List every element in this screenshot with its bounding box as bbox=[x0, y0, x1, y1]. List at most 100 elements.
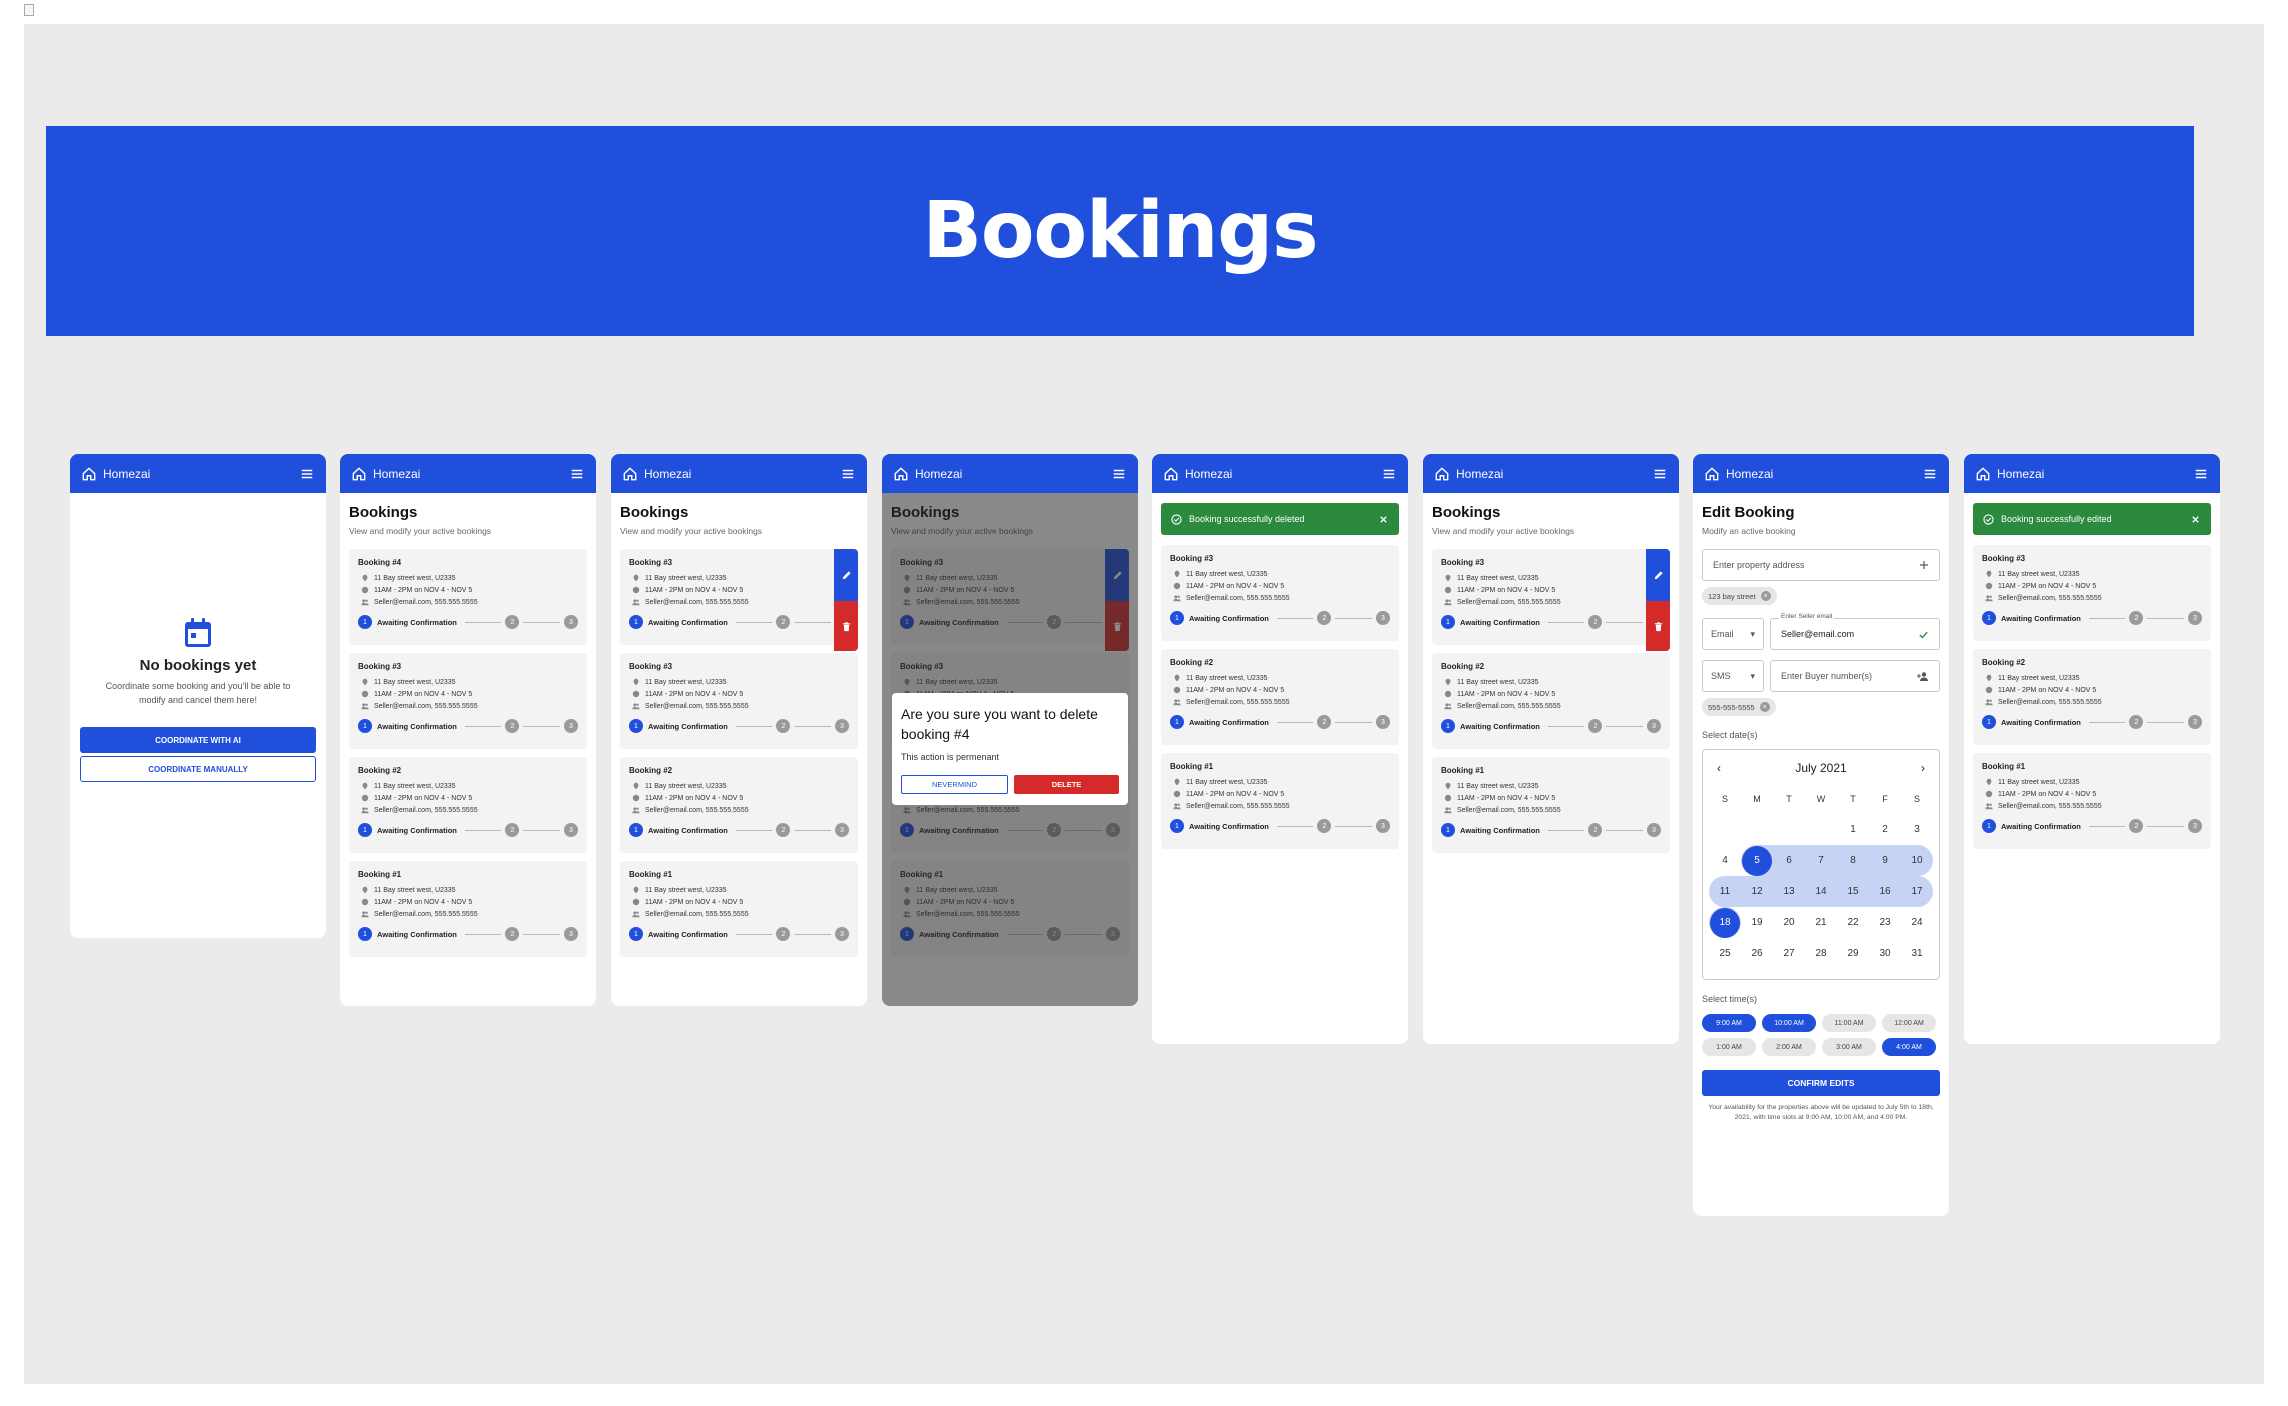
prev-month-icon[interactable]: ‹ bbox=[1717, 761, 1721, 775]
booking-card[interactable]: Booking #1 11 Bay street west, U2335 11AM … bbox=[1973, 753, 2211, 849]
calendar-day[interactable]: 24 bbox=[1901, 907, 1933, 938]
calendar-day[interactable]: 6 bbox=[1773, 845, 1805, 876]
calendar-day[interactable]: 29 bbox=[1837, 938, 1869, 969]
booking-name: Booking #2 bbox=[358, 766, 402, 775]
booking-card[interactable]: Booking #4 11 Bay street west, U2335 11AM … bbox=[349, 549, 587, 645]
confirm-delete-button[interactable]: DELETE bbox=[1014, 775, 1119, 794]
step-1: 1 bbox=[629, 719, 643, 733]
calendar-day[interactable]: 12 bbox=[1741, 876, 1773, 907]
nevermind-button[interactable]: NEVERMIND bbox=[901, 775, 1008, 794]
address-text: 11 Bay street west, U2335 bbox=[645, 782, 727, 790]
hamburger-menu-icon[interactable] bbox=[841, 467, 855, 481]
close-icon[interactable] bbox=[2190, 514, 2201, 525]
calendar-day[interactable]: 14 bbox=[1805, 876, 1837, 907]
confirm-edits-button[interactable]: CONFIRM EDITS bbox=[1702, 1070, 1940, 1096]
app-brand: Homezai bbox=[1456, 466, 1504, 481]
booking-card[interactable]: Booking #3 11 Bay street west, U2335 11AM … bbox=[1161, 545, 1399, 641]
hamburger-menu-icon[interactable] bbox=[1653, 467, 1667, 481]
time-slot[interactable]: 4:00 AM bbox=[1882, 1038, 1936, 1056]
edit-booking-button[interactable] bbox=[1646, 549, 1670, 601]
calendar-day[interactable]: 20 bbox=[1773, 907, 1805, 938]
calendar-blank bbox=[1773, 814, 1805, 845]
booking-card[interactable]: Booking #2 11 Bay street west, U2335 11AM … bbox=[1432, 653, 1670, 749]
contact-type-select[interactable]: Email ▾ bbox=[1702, 618, 1764, 650]
booking-card[interactable]: Booking #2 11 Bay street west, U2335 11AM … bbox=[349, 757, 587, 853]
calendar-day[interactable]: 13 bbox=[1773, 876, 1805, 907]
hamburger-menu-icon[interactable] bbox=[2194, 467, 2208, 481]
time-slot[interactable]: 10:00 AM bbox=[1762, 1014, 1816, 1032]
calendar-day[interactable]: 31 bbox=[1901, 938, 1933, 969]
calendar-day[interactable]: 11 bbox=[1709, 876, 1741, 907]
calendar-day[interactable]: 2 bbox=[1869, 814, 1901, 845]
remove-chip-icon[interactable]: × bbox=[1759, 702, 1770, 712]
step-connector bbox=[2088, 721, 2126, 723]
hamburger-menu-icon[interactable] bbox=[570, 467, 584, 481]
time-slot[interactable]: 3:00 AM bbox=[1822, 1038, 1876, 1056]
address-input[interactable]: Enter property address bbox=[1702, 549, 1940, 581]
seller-email-field[interactable]: Enter Seller email Seller@email.com bbox=[1770, 613, 1940, 650]
remove-chip-icon[interactable]: × bbox=[1760, 591, 1771, 601]
time-slot[interactable]: 1:00 AM bbox=[1702, 1038, 1756, 1056]
calendar-day[interactable]: 23 bbox=[1869, 907, 1901, 938]
booking-card[interactable]: Booking #2 11 Bay street west, U2335 11AM … bbox=[1161, 649, 1399, 745]
address-chip[interactable]: 123 bay street × bbox=[1702, 587, 1777, 605]
calendar-day[interactable]: 8 bbox=[1837, 845, 1869, 876]
clock-icon bbox=[1444, 794, 1452, 802]
delete-booking-button[interactable] bbox=[1646, 601, 1670, 651]
sms-type-select[interactable]: SMS ▾ bbox=[1702, 660, 1764, 692]
calendar-day[interactable]: 22 bbox=[1837, 907, 1869, 938]
calendar-day[interactable]: 3 bbox=[1901, 814, 1933, 845]
calendar-day[interactable]: 18 bbox=[1709, 907, 1741, 938]
booking-card[interactable]: Booking #3 11 Bay street west, U2335 11AM … bbox=[620, 653, 858, 749]
next-month-icon[interactable]: › bbox=[1921, 761, 1925, 775]
time-slot[interactable]: 9:00 AM bbox=[1702, 1014, 1756, 1032]
contact-text: Seller@email.com, 555.555.5555 bbox=[1186, 802, 1290, 810]
delete-booking-button[interactable] bbox=[834, 601, 858, 651]
calendar-day[interactable]: 17 bbox=[1901, 876, 1933, 907]
buyer-number-input[interactable]: Enter Buyer number(s) bbox=[1770, 660, 1940, 692]
close-icon[interactable] bbox=[1378, 514, 1389, 525]
page-subtitle: View and modify your active bookings bbox=[620, 526, 763, 536]
calendar-day[interactable]: 7 bbox=[1805, 845, 1837, 876]
time-slot[interactable]: 2:00 AM bbox=[1762, 1038, 1816, 1056]
calendar-day[interactable]: 5 bbox=[1741, 845, 1773, 876]
edit-booking-button[interactable] bbox=[834, 549, 858, 601]
calendar-day[interactable]: 16 bbox=[1869, 876, 1901, 907]
calendar-day[interactable]: 30 bbox=[1869, 938, 1901, 969]
calendar-day[interactable]: 28 bbox=[1805, 938, 1837, 969]
hamburger-menu-icon[interactable] bbox=[300, 467, 314, 481]
calendar-day[interactable]: 21 bbox=[1805, 907, 1837, 938]
calendar-day[interactable]: 19 bbox=[1741, 907, 1773, 938]
booking-card[interactable]: Booking #3 11 Bay street west, U2335 11AM … bbox=[1432, 549, 1670, 651]
calendar-day[interactable]: 26 bbox=[1741, 938, 1773, 969]
booking-card[interactable]: Booking #3 11 Bay street west, U2335 11AM … bbox=[349, 653, 587, 749]
plus-icon[interactable] bbox=[1919, 560, 1929, 570]
modal-overlay[interactable]: Are you sure you want to delete booking … bbox=[882, 493, 1138, 1006]
hamburger-menu-icon[interactable] bbox=[1382, 467, 1396, 481]
coordinate-with-ai-button[interactable]: COORDINATE WITH AI bbox=[80, 727, 316, 753]
calendar-day[interactable]: 15 bbox=[1837, 876, 1869, 907]
coordinate-manually-button[interactable]: COORDINATE MANUALLY bbox=[80, 756, 316, 782]
booking-card[interactable]: Booking #3 11 Bay street west, U2335 11AM … bbox=[620, 549, 858, 651]
phone-chip[interactable]: 555-555-5555 × bbox=[1702, 698, 1776, 716]
step-2: 2 bbox=[505, 927, 520, 941]
booking-card[interactable]: Booking #1 11 Bay street west, U2335 11AM … bbox=[1432, 757, 1670, 853]
calendar-day[interactable]: 1 bbox=[1837, 814, 1869, 845]
hamburger-menu-icon[interactable] bbox=[1112, 467, 1126, 481]
booking-card[interactable]: Booking #2 11 Bay street west, U2335 11AM … bbox=[620, 757, 858, 853]
booking-card[interactable]: Booking #2 11 Bay street west, U2335 11AM … bbox=[1973, 649, 2211, 745]
booking-card[interactable]: Booking #1 11 Bay street west, U2335 11AM … bbox=[1161, 753, 1399, 849]
add-person-icon[interactable] bbox=[1917, 671, 1929, 682]
calendar-day[interactable]: 4 bbox=[1709, 845, 1741, 876]
calendar-day[interactable]: 25 bbox=[1709, 938, 1741, 969]
calendar-day[interactable]: 27 bbox=[1773, 938, 1805, 969]
time-slot[interactable]: 11:00 AM bbox=[1822, 1014, 1876, 1032]
step-connector bbox=[523, 725, 560, 727]
booking-card[interactable]: Booking #1 11 Bay street west, U2335 11AM … bbox=[620, 861, 858, 957]
booking-card[interactable]: Booking #3 11 Bay street west, U2335 11AM … bbox=[1973, 545, 2211, 641]
booking-card[interactable]: Booking #1 11 Bay street west, U2335 11AM … bbox=[349, 861, 587, 957]
time-slot[interactable]: 12:00 AM bbox=[1882, 1014, 1936, 1032]
calendar-day[interactable]: 10 bbox=[1901, 845, 1933, 876]
hamburger-menu-icon[interactable] bbox=[1923, 467, 1937, 481]
calendar-day[interactable]: 9 bbox=[1869, 845, 1901, 876]
